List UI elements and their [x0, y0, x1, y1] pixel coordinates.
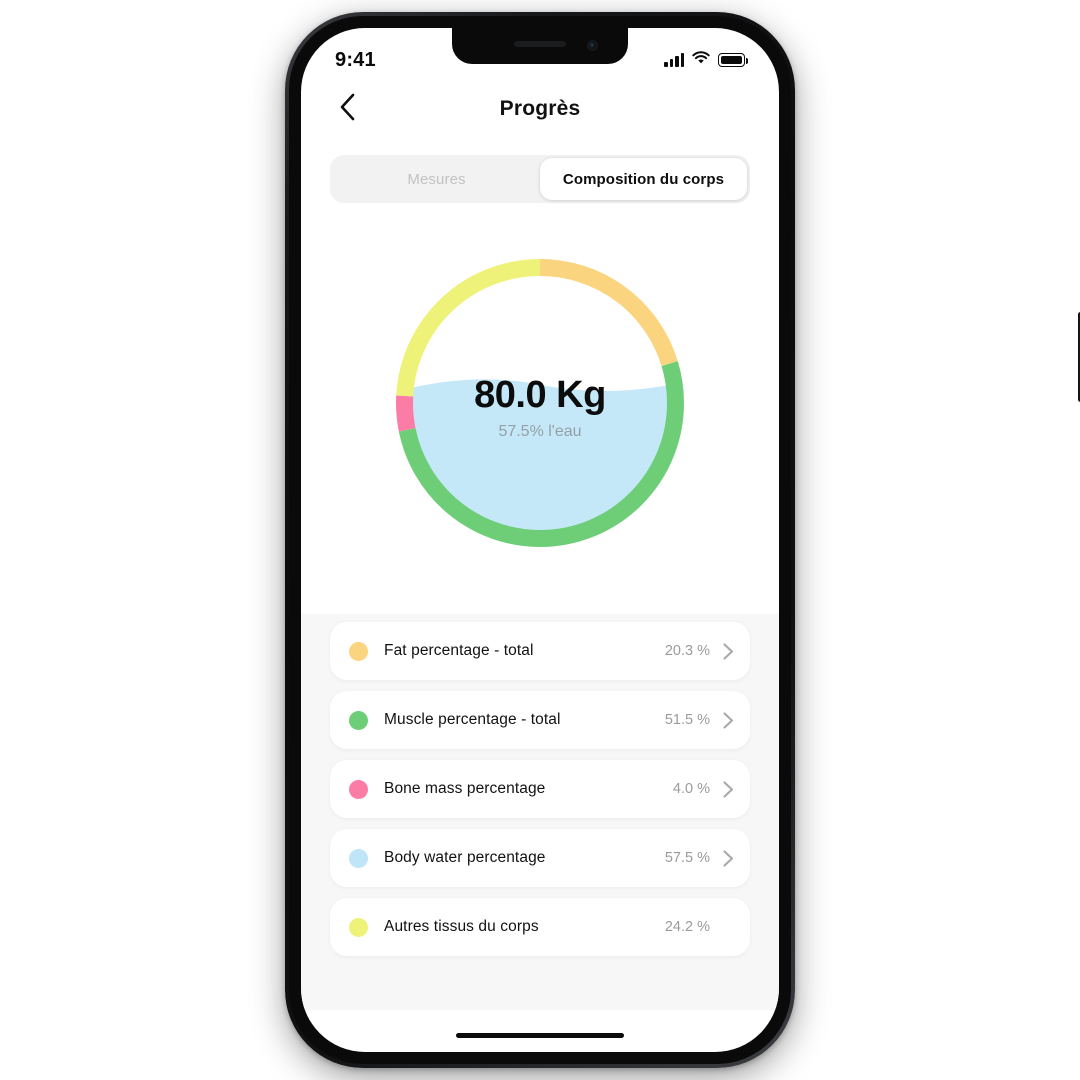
page-title: Progrès — [499, 97, 581, 120]
battery-full-icon — [718, 53, 748, 67]
legend-dot-bone — [349, 779, 368, 799]
status-time: 9:41 — [335, 48, 376, 71]
front-camera-icon — [587, 40, 598, 51]
tab-mesures[interactable]: Mesures — [333, 158, 540, 200]
metric-value: 4.0 % — [672, 781, 710, 797]
list-item-autres-tissus-du-corps[interactable]: Autres tissus du corps 24.2 % — [330, 898, 750, 956]
donut-svg — [396, 259, 684, 547]
metric-value: 20.3 % — [664, 643, 710, 659]
signal-bars-icon — [664, 53, 684, 67]
metric-label: Body water percentage — [384, 849, 546, 866]
device-notch — [452, 28, 628, 64]
metric-label: Fat percentage - total — [384, 642, 534, 659]
phone-device-frame: 9:41 Progrès Mesures Composition du corp… — [285, 12, 1080, 1068]
phone-bezel: 9:41 Progrès Mesures Composition du corp… — [289, 16, 791, 1064]
metric-value: 24.2 % — [664, 919, 710, 935]
legend-dot-fat — [349, 641, 368, 661]
metric-label: Autres tissus du corps — [384, 918, 539, 935]
list-item-fat-percentage[interactable]: Fat percentage - total 20.3 % — [330, 622, 750, 680]
chevron-left-icon — [339, 93, 356, 126]
earpiece-speaker — [514, 41, 566, 47]
metric-value: 57.5 % — [664, 850, 710, 866]
list-item-muscle-percentage[interactable]: Muscle percentage - total 51.5 % — [330, 691, 750, 749]
chevron-right-icon[interactable] — [721, 711, 736, 729]
list-item-bone-mass-percentage[interactable]: Bone mass percentage 4.0 % — [330, 760, 750, 818]
chevron-right-icon[interactable] — [721, 849, 736, 867]
legend-dot-other — [349, 917, 368, 937]
composition-donut[interactable]: 80.0 Kg 57.5% l'eau — [396, 259, 684, 547]
legend-dot-muscle — [349, 710, 368, 730]
metric-value: 51.5 % — [664, 712, 710, 728]
metric-label: Muscle percentage - total — [384, 711, 561, 728]
status-indicators — [664, 50, 748, 70]
list-item-body-water-percentage[interactable]: Body water percentage 57.5 % — [330, 829, 750, 887]
phone-screen: 9:41 Progrès Mesures Composition du corp… — [301, 28, 779, 1052]
home-indicator[interactable] — [456, 1033, 624, 1038]
legend-dot-water — [349, 848, 368, 868]
navigation-bar: Progrès — [301, 80, 779, 138]
segmented-control: Mesures Composition du corps — [330, 155, 750, 203]
body-composition-chart: 80.0 Kg 57.5% l'eau — [301, 228, 779, 578]
metric-label: Bone mass percentage — [384, 780, 546, 797]
chevron-right-icon[interactable] — [721, 780, 736, 798]
water-fill-region — [412, 379, 668, 531]
back-button[interactable] — [327, 89, 367, 129]
wifi-icon — [692, 50, 710, 70]
metrics-list: Fat percentage - total 20.3 % Muscle per… — [301, 614, 779, 1010]
tab-composition-du-corps[interactable]: Composition du corps — [540, 158, 747, 200]
screenshot-canvas: 9:41 Progrès Mesures Composition du corp… — [0, 0, 1080, 1080]
chevron-right-icon[interactable] — [721, 642, 736, 660]
